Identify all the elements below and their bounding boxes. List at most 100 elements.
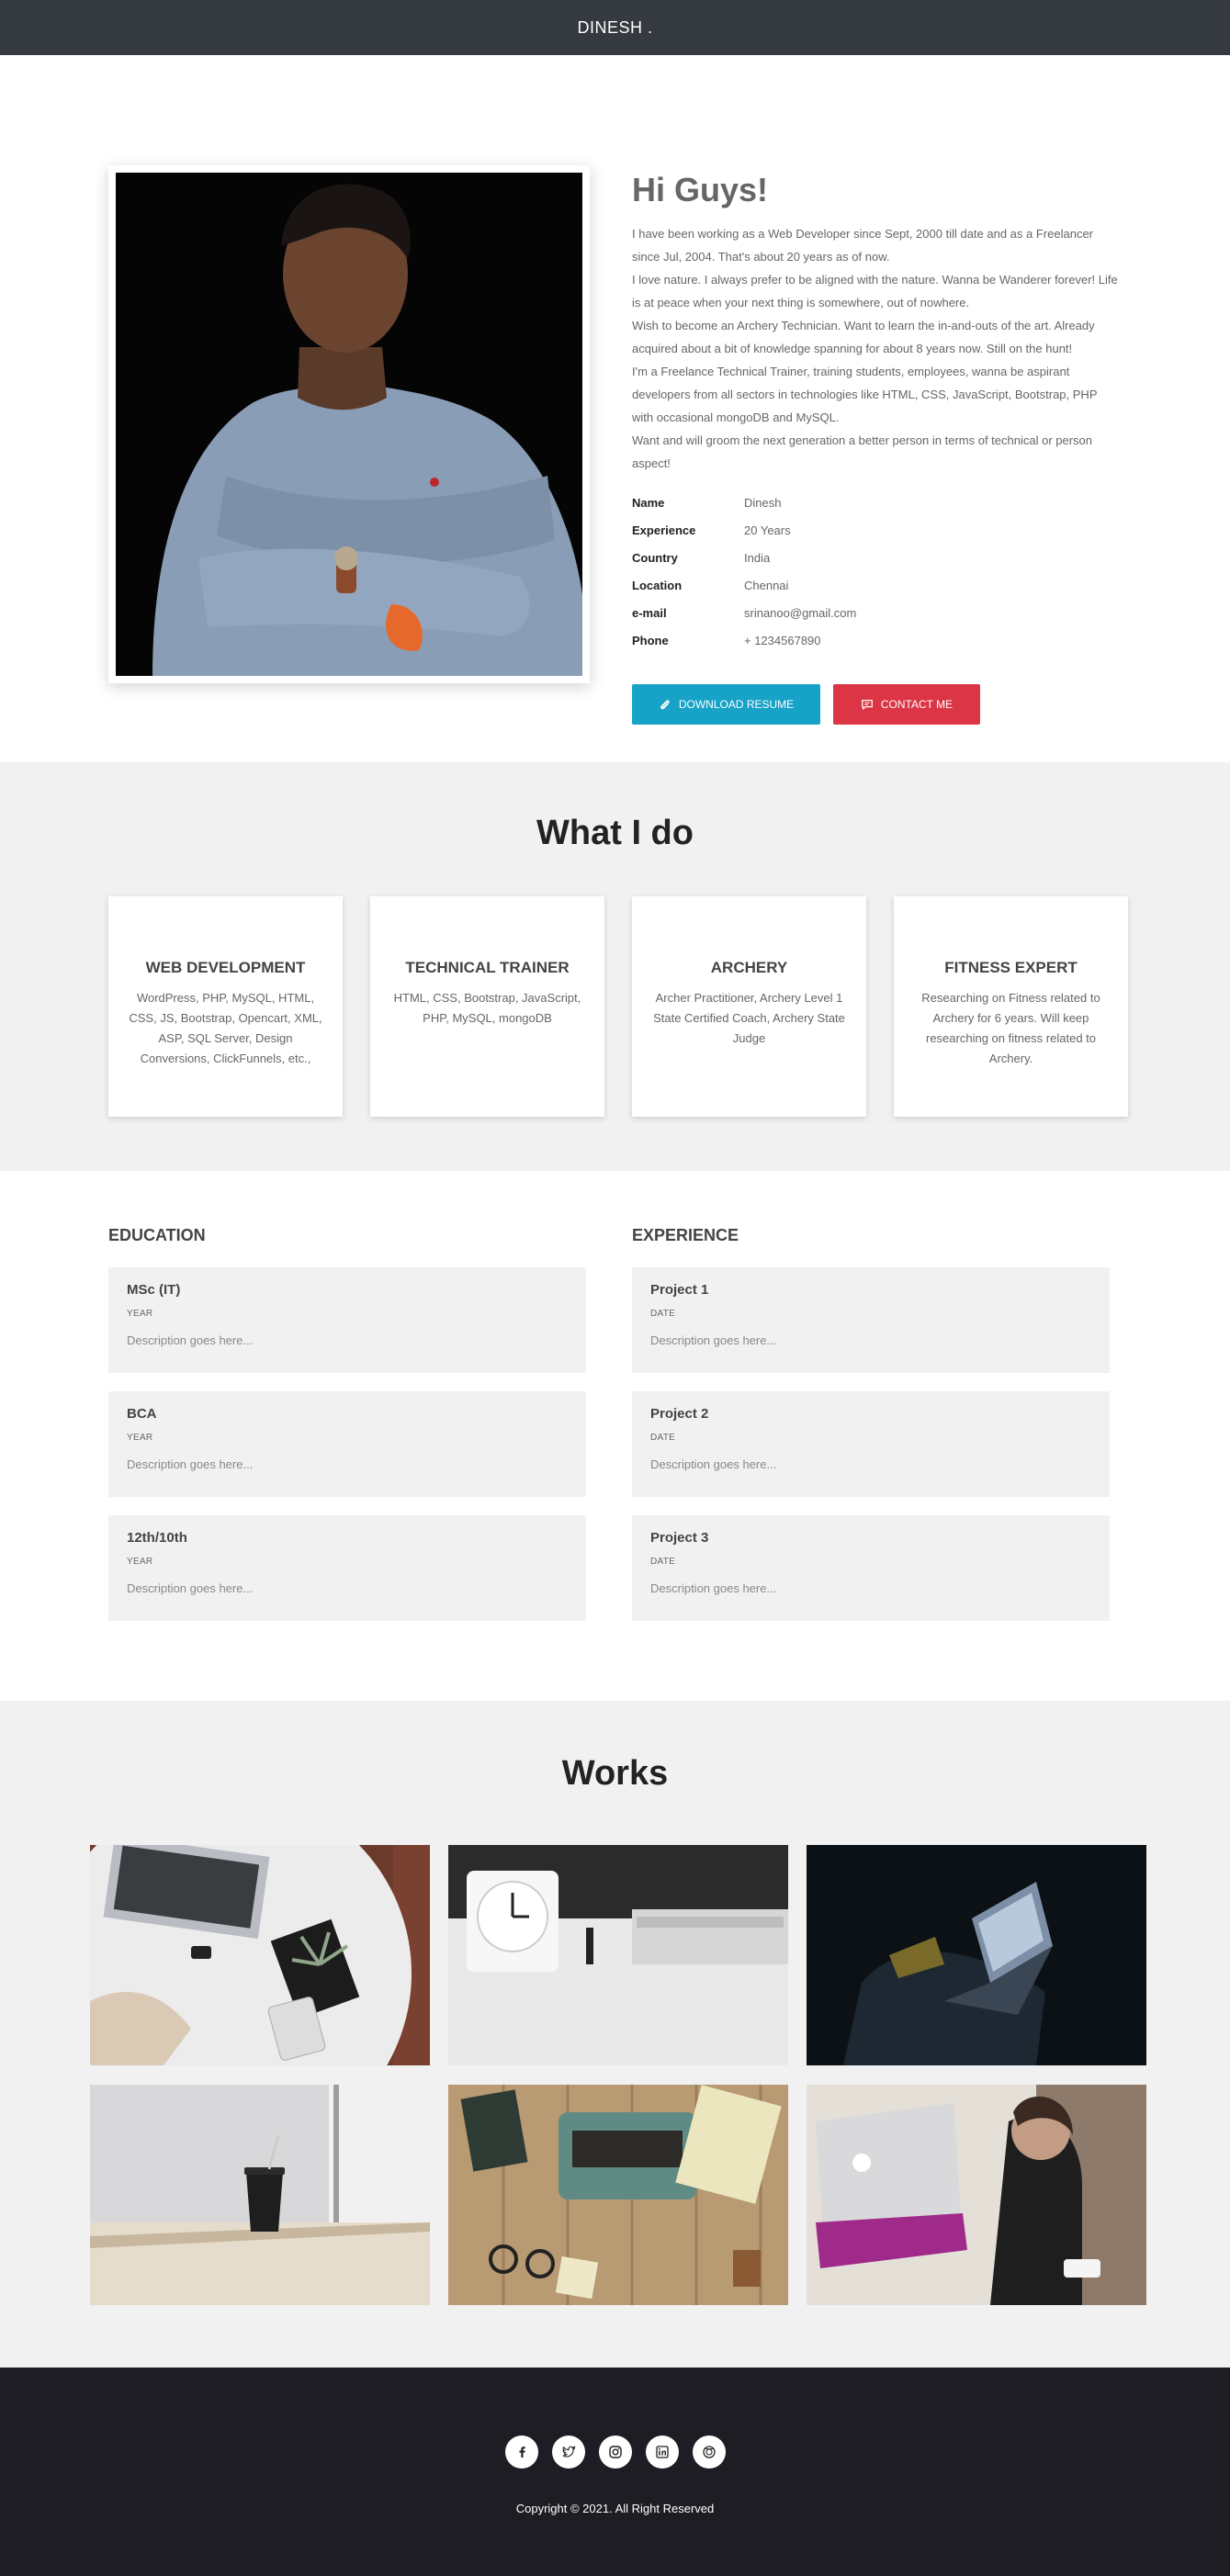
contact-me-button[interactable]: CONTACT ME <box>833 684 980 725</box>
instagram-icon[interactable] <box>598 2435 632 2469</box>
education-experience-section: EDUCATION MSc (IT) YEAR Description goes… <box>0 1171 1230 1701</box>
brand-logo[interactable]: DINESH . <box>577 18 652 38</box>
intro-block: Hi Guys! I have been working as a Web De… <box>632 171 1119 725</box>
info-row-name: Name Dinesh <box>632 489 1119 517</box>
info-key: Name <box>632 496 665 510</box>
info-row-country: Country India <box>632 545 1119 572</box>
profile-photo-frame <box>108 165 590 683</box>
info-key: Location <box>632 579 683 592</box>
entry-description: Description goes here... <box>127 1333 254 1347</box>
twitter-icon[interactable] <box>551 2435 585 2469</box>
entry-meta: YEAR <box>127 1557 153 1567</box>
entry-description: Description goes here... <box>650 1333 777 1347</box>
info-value: srinanoo@gmail.com <box>744 606 857 620</box>
entry-title: BCA <box>127 1406 157 1422</box>
contact-me-label: CONTACT ME <box>880 698 954 711</box>
profile-photo <box>116 173 582 676</box>
info-value: + 1234567890 <box>744 634 821 647</box>
work-thumbnail[interactable] <box>448 2085 788 2305</box>
entry-meta: DATE <box>650 1557 676 1567</box>
education-entry: MSc (IT) YEAR Description goes here... <box>108 1267 586 1373</box>
about-section: Hi Guys! I have been working as a Web De… <box>0 55 1230 762</box>
entry-description: Description goes here... <box>650 1457 777 1471</box>
entry-title: Project 2 <box>650 1406 709 1422</box>
service-card: ARCHERY Archer Practitioner, Archery Lev… <box>632 896 866 1117</box>
experience-heading: EXPERIENCE <box>632 1226 739 1244</box>
work-thumbnail[interactable] <box>448 1845 788 2065</box>
site-footer: Copyright © 2021. All Right Reserved <box>0 2368 1230 2576</box>
top-navbar: DINESH . <box>0 0 1230 55</box>
entry-description: Description goes here... <box>127 1581 254 1595</box>
chat-icon <box>862 700 873 711</box>
education-entry: 12th/10th YEAR Description goes here... <box>108 1515 586 1621</box>
experience-entry: Project 2 DATE Description goes here... <box>632 1391 1110 1497</box>
info-key: e-mail <box>632 606 667 620</box>
entry-title: 12th/10th <box>127 1530 187 1546</box>
bio-paragraph: I'm a Freelance Technical Trainer, train… <box>632 365 1098 424</box>
bio-paragraph: Wish to become an Archery Technician. Wa… <box>632 319 1095 355</box>
service-card-text: Archer Practitioner, Archery Level 1 Sta… <box>653 991 845 1045</box>
entry-meta: DATE <box>650 1433 676 1443</box>
entry-meta: YEAR <box>127 1433 153 1443</box>
work-thumbnail[interactable] <box>807 2085 1146 2305</box>
info-key: Experience <box>632 523 696 537</box>
paperclip-icon <box>660 700 670 710</box>
entry-title: Project 1 <box>650 1282 709 1298</box>
info-value: 20 Years <box>744 523 791 537</box>
bio-text: I have been working as a Web Developer s… <box>632 222 1119 475</box>
info-row-experience: Experience 20 Years <box>632 517 1119 545</box>
entry-description: Description goes here... <box>650 1581 777 1595</box>
copyright-text: Copyright © 2021. All Right Reserved <box>515 2502 715 2515</box>
entry-title: MSc (IT) <box>127 1282 181 1298</box>
service-card-title: FITNESS EXPERT <box>944 959 1078 976</box>
info-key: Phone <box>632 634 669 647</box>
download-resume-label: DOWNLOAD RESUME <box>678 698 795 711</box>
info-key: Country <box>632 551 678 565</box>
service-card-text: Researching on Fitness related to Archer… <box>921 991 1100 1065</box>
personal-info-list: Name Dinesh Experience 20 Years Country … <box>632 489 1119 655</box>
bio-paragraph: I love nature. I always prefer to be ali… <box>632 273 1118 309</box>
info-row-location: Location Chennai <box>632 572 1119 600</box>
info-value: Chennai <box>744 579 789 592</box>
service-card: TECHNICAL TRAINER HTML, CSS, Bootstrap, … <box>370 896 604 1117</box>
facebook-icon[interactable] <box>504 2435 538 2469</box>
experience-entry: Project 1 DATE Description goes here... <box>632 1267 1110 1373</box>
entry-description: Description goes here... <box>127 1457 254 1471</box>
service-cards: WEB DEVELOPMENT WordPress, PHP, MySQL, H… <box>108 896 1128 1117</box>
service-card-title: WEB DEVELOPMENT <box>145 959 306 976</box>
work-thumbnail[interactable] <box>807 1845 1146 2065</box>
experience-column: EXPERIENCE Project 1 DATE Description go… <box>632 1226 1110 1639</box>
service-card-text: HTML, CSS, Bootstrap, JavaScript, PHP, M… <box>393 991 581 1025</box>
works-section: Works <box>0 1701 1230 2368</box>
service-card-title: ARCHERY <box>710 959 788 976</box>
education-heading: EDUCATION <box>108 1226 206 1244</box>
info-value: Dinesh <box>744 496 782 510</box>
service-card-text: WordPress, PHP, MySQL, HTML, CSS, JS, Bo… <box>129 991 322 1065</box>
download-resume-button[interactable]: DOWNLOAD RESUME <box>632 684 820 725</box>
works-gallery <box>90 1845 1146 2305</box>
entry-meta: YEAR <box>127 1309 153 1319</box>
service-card: FITNESS EXPERT Researching on Fitness re… <box>894 896 1128 1117</box>
linkedin-icon[interactable] <box>645 2435 679 2469</box>
entry-meta: DATE <box>650 1309 676 1319</box>
education-entry: BCA YEAR Description goes here... <box>108 1391 586 1497</box>
experience-entry: Project 3 DATE Description goes here... <box>632 1515 1110 1621</box>
entry-title: Project 3 <box>650 1530 709 1546</box>
info-value: India <box>744 551 771 565</box>
info-row-email: e-mail srinanoo@gmail.com <box>632 600 1119 627</box>
greeting-heading: Hi Guys! <box>632 171 769 208</box>
what-i-do-section: What I do WEB DEVELOPMENT WordPress, PHP… <box>0 762 1230 1171</box>
bio-paragraph: Want and will groom the next generation … <box>632 433 1093 470</box>
works-title: Works <box>561 1754 669 1793</box>
work-thumbnail[interactable] <box>90 2085 430 2305</box>
education-column: EDUCATION MSc (IT) YEAR Description goes… <box>108 1226 586 1639</box>
service-card-title: TECHNICAL TRAINER <box>405 959 570 976</box>
what-i-do-title: What I do <box>536 814 694 852</box>
work-thumbnail[interactable] <box>90 1845 430 2065</box>
info-row-phone: Phone + 1234567890 <box>632 627 1119 655</box>
social-links <box>0 2435 1230 2469</box>
service-card: WEB DEVELOPMENT WordPress, PHP, MySQL, H… <box>108 896 343 1117</box>
action-buttons: DOWNLOAD RESUME CONTACT ME <box>632 684 1119 725</box>
dribbble-icon[interactable] <box>692 2435 726 2469</box>
bio-paragraph: I have been working as a Web Developer s… <box>632 227 1094 264</box>
